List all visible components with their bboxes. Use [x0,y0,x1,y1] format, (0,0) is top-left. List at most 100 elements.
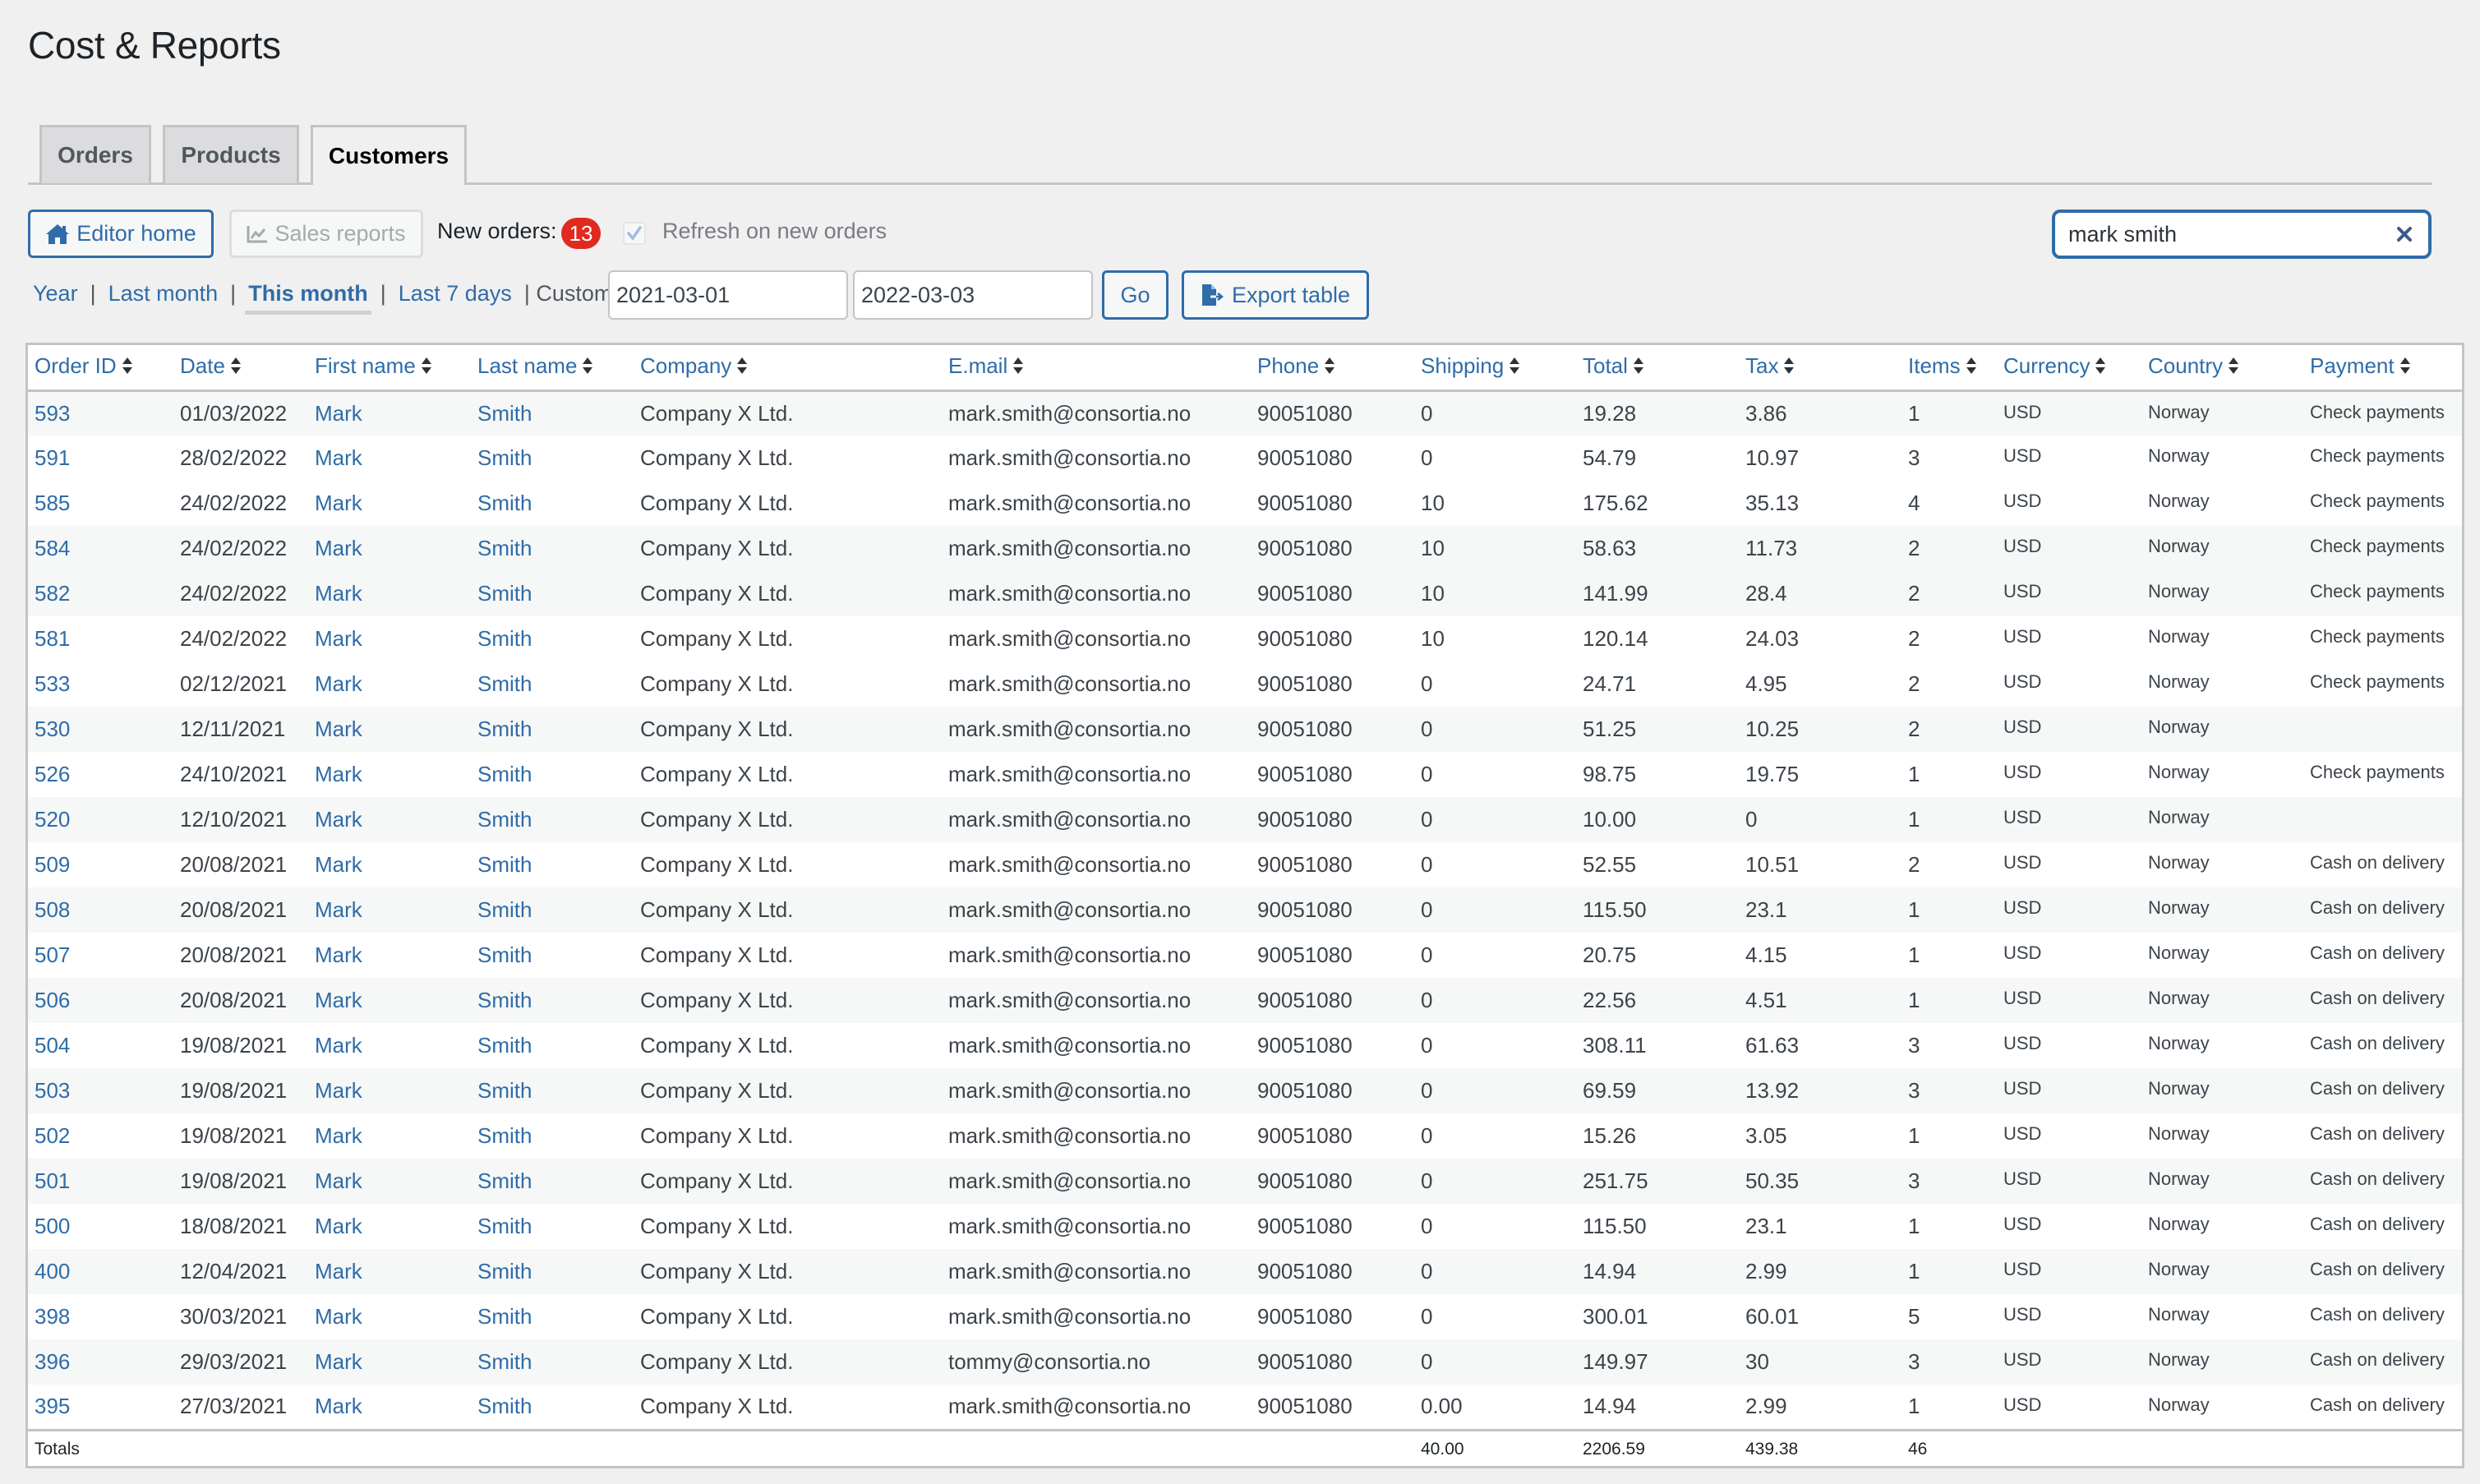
cell-first-name[interactable]: Mark [308,1023,471,1068]
tab-customers[interactable]: Customers [311,125,467,185]
cell-last-name[interactable]: Smith [471,1113,634,1159]
range-year-link[interactable]: Year [33,281,78,306]
table-row[interactable]: 591 28/02/2022 Mark Smith Company X Ltd. mark… [28,436,2462,481]
column-header-country[interactable]: Country [2141,345,2303,390]
export-table-button[interactable]: Export table [1182,270,1369,320]
cell-order-id[interactable]: 508 [28,887,173,933]
cell-first-name[interactable]: Mark [308,887,471,933]
cell-last-name[interactable]: Smith [471,797,634,842]
cell-order-id[interactable]: 506 [28,978,173,1023]
column-header-date[interactable]: Date [173,345,308,390]
sort-icon[interactable] [1324,355,1335,380]
cell-first-name[interactable]: Mark [308,933,471,978]
table-row[interactable]: 504 19/08/2021 Mark Smith Company X Ltd. mark… [28,1023,2462,1068]
sort-icon[interactable] [1966,355,1977,380]
search-field[interactable] [2052,210,2432,259]
cell-last-name[interactable]: Smith [471,887,634,933]
cell-last-name[interactable]: Smith [471,1023,634,1068]
table-row[interactable]: 581 24/02/2022 Mark Smith Company X Ltd. mark… [28,616,2462,661]
sort-icon[interactable] [421,355,432,380]
sort-icon[interactable] [2228,355,2239,380]
column-header-last-name[interactable]: Last name [471,345,634,390]
date-to-input[interactable] [853,270,1093,320]
cell-last-name[interactable]: Smith [471,1204,634,1249]
cell-order-id[interactable]: 500 [28,1204,173,1249]
cell-order-id[interactable]: 533 [28,661,173,707]
cell-last-name[interactable]: Smith [471,842,634,887]
cell-order-id[interactable]: 501 [28,1159,173,1204]
cell-last-name[interactable]: Smith [471,436,634,481]
column-header-total[interactable]: Total [1576,345,1739,390]
cell-first-name[interactable]: Mark [308,390,471,436]
table-row[interactable]: 508 20/08/2021 Mark Smith Company X Ltd. mark… [28,887,2462,933]
sort-icon[interactable] [582,355,593,380]
column-header-payment[interactable]: Payment [2303,345,2462,390]
cell-first-name[interactable]: Mark [308,1159,471,1204]
cell-first-name[interactable]: Mark [308,707,471,752]
table-row[interactable]: 593 01/03/2022 Mark Smith Company X Ltd. mark… [28,390,2462,436]
cell-order-id[interactable]: 520 [28,797,173,842]
cell-first-name[interactable]: Mark [308,1204,471,1249]
cell-order-id[interactable]: 593 [28,390,173,436]
cell-last-name[interactable]: Smith [471,1159,634,1204]
cell-last-name[interactable]: Smith [471,1339,634,1385]
cell-last-name[interactable]: Smith [471,1249,634,1294]
table-row[interactable]: 509 20/08/2021 Mark Smith Company X Ltd. mark… [28,842,2462,887]
table-row[interactable]: 533 02/12/2021 Mark Smith Company X Ltd. mark… [28,661,2462,707]
cell-order-id[interactable]: 509 [28,842,173,887]
editor-home-button[interactable]: Editor home [28,210,214,258]
cell-order-id[interactable]: 530 [28,707,173,752]
tab-orders[interactable]: Orders [39,125,151,183]
column-header-order-id[interactable]: Order ID [28,345,173,390]
tab-products[interactable]: Products [163,125,299,183]
range-last-month-link[interactable]: Last month [108,281,219,306]
column-header-first-name[interactable]: First name [308,345,471,390]
column-header-items[interactable]: Items [1901,345,1997,390]
cell-order-id[interactable]: 591 [28,436,173,481]
cell-first-name[interactable]: Mark [308,1249,471,1294]
cell-first-name[interactable]: Mark [308,481,471,526]
sort-icon[interactable] [1012,355,1024,380]
sort-icon[interactable] [2095,355,2106,380]
cell-order-id[interactable]: 585 [28,481,173,526]
range-this-month-link[interactable]: This month [245,281,372,315]
sort-icon[interactable] [1783,355,1795,380]
search-input[interactable] [2068,221,2392,247]
cell-first-name[interactable]: Mark [308,661,471,707]
table-row[interactable]: 507 20/08/2021 Mark Smith Company X Ltd. mark… [28,933,2462,978]
sort-icon[interactable] [122,355,133,380]
cell-last-name[interactable]: Smith [471,390,634,436]
table-row[interactable]: 503 19/08/2021 Mark Smith Company X Ltd. mark… [28,1068,2462,1113]
close-icon[interactable] [2392,222,2417,247]
cell-order-id[interactable]: 400 [28,1249,173,1294]
cell-order-id[interactable]: 507 [28,933,173,978]
refresh-label[interactable]: Refresh on new orders [662,219,887,244]
cell-last-name[interactable]: Smith [471,1294,634,1339]
sort-icon[interactable] [230,355,242,380]
cell-order-id[interactable]: 581 [28,616,173,661]
cell-first-name[interactable]: Mark [308,1294,471,1339]
table-row[interactable]: 396 29/03/2021 Mark Smith Company X Ltd. tomm… [28,1339,2462,1385]
sort-icon[interactable] [1509,355,1520,380]
column-header-shipping[interactable]: Shipping [1414,345,1576,390]
cell-first-name[interactable]: Mark [308,842,471,887]
cell-order-id[interactable]: 504 [28,1023,173,1068]
cell-order-id[interactable]: 396 [28,1339,173,1385]
cell-last-name[interactable]: Smith [471,1068,634,1113]
cell-last-name[interactable]: Smith [471,661,634,707]
cell-first-name[interactable]: Mark [308,1385,471,1430]
cell-order-id[interactable]: 398 [28,1294,173,1339]
sort-icon[interactable] [2399,355,2411,380]
column-header-company[interactable]: Company [634,345,942,390]
sort-icon[interactable] [1633,355,1644,380]
cell-first-name[interactable]: Mark [308,1339,471,1385]
sort-icon[interactable] [736,355,748,380]
go-button[interactable]: Go [1102,270,1169,320]
date-from-input[interactable] [608,270,848,320]
sales-reports-button[interactable]: Sales reports [229,210,423,258]
refresh-checkbox[interactable] [623,222,646,245]
column-header-email[interactable]: E.mail [942,345,1251,390]
cell-first-name[interactable]: Mark [308,571,471,616]
table-row[interactable]: 526 24/10/2021 Mark Smith Company X Ltd. mark… [28,752,2462,797]
column-header-currency[interactable]: Currency [1997,345,2141,390]
